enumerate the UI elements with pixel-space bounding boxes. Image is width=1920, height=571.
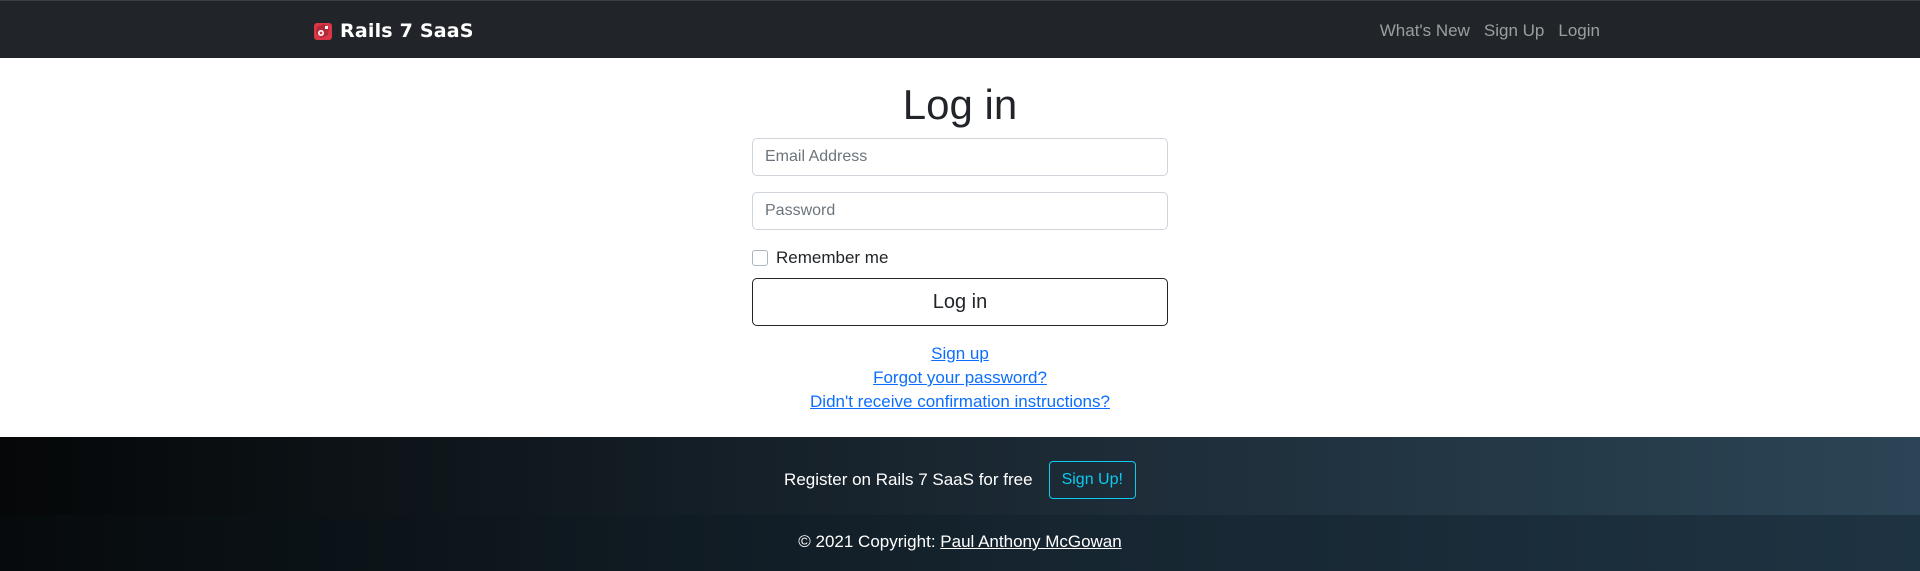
email-field[interactable] (752, 138, 1168, 176)
forgot-password-link[interactable]: Forgot your password? (0, 366, 1920, 390)
remember-me-checkbox[interactable] (752, 250, 768, 266)
nav-login[interactable]: Login (1558, 20, 1600, 42)
nav-links: What's New Sign Up Login (1380, 20, 1600, 42)
auth-links: Sign up Forgot your password? Didn't rec… (0, 342, 1920, 414)
footer-sign-up-button[interactable]: Sign Up! (1048, 461, 1136, 499)
footer-cta-text: Register on Rails 7 SaaS for free (784, 470, 1033, 489)
footer-cta-section: Register on Rails 7 SaaS for free Sign U… (0, 437, 1920, 515)
copyright-text: © 2021 Copyright: (798, 532, 936, 551)
footer-copyright-section: © 2021 Copyright: Paul Anthony McGowan (0, 515, 1920, 571)
nav-sign-up[interactable]: Sign Up (1484, 20, 1544, 42)
nav-whats-new[interactable]: What's New (1380, 20, 1470, 42)
ruby-gem-icon (314, 23, 332, 40)
copyright: © 2021 Copyright: Paul Anthony McGowan (0, 532, 1920, 552)
brand-link[interactable]: Rails 7 SaaS (312, 18, 474, 44)
footer-cta: Register on Rails 7 SaaS for free Sign U… (0, 461, 1920, 499)
brand-name: Rails 7 SaaS (340, 20, 474, 42)
password-field[interactable] (752, 192, 1168, 230)
remember-me[interactable]: Remember me (752, 248, 888, 268)
login-main: Log in Remember me Log in Sign up Forgot… (0, 58, 1920, 437)
top-navbar: Rails 7 SaaS What's New Sign Up Login (0, 0, 1920, 58)
sign-up-link[interactable]: Sign up (0, 342, 1920, 366)
page-title: Log in (902, 81, 1018, 128)
copyright-author-link[interactable]: Paul Anthony McGowan (940, 532, 1121, 551)
remember-me-label: Remember me (776, 248, 889, 267)
confirmation-instructions-link[interactable]: Didn't receive confirmation instructions… (0, 390, 1920, 414)
login-button[interactable]: Log in (752, 278, 1168, 326)
